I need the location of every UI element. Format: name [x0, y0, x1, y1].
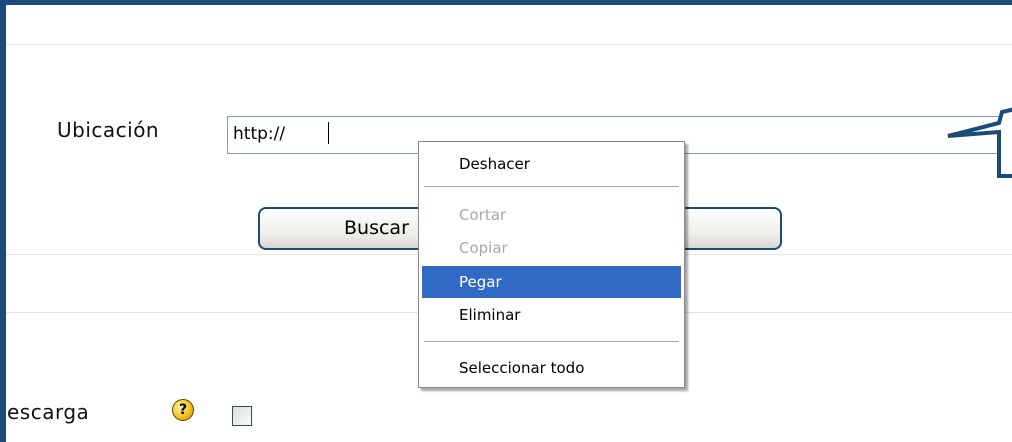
menu-separator	[424, 341, 679, 342]
menu-item-deshacer[interactable]: Deshacer	[422, 148, 681, 180]
location-input-value: http://	[233, 124, 286, 144]
menu-item-pegar[interactable]: Pegar	[422, 266, 681, 298]
location-label: Ubicación	[57, 118, 160, 142]
menu-item-seleccionar-todo[interactable]: Seleccionar todo	[422, 352, 681, 384]
download-label: escarga	[7, 400, 90, 424]
divider	[6, 44, 1012, 45]
menu-separator	[424, 186, 679, 187]
menu-item-copiar: Copiar	[459, 239, 508, 257]
context-menu: Deshacer Cortar Copiar Pegar Eliminar Se…	[418, 141, 685, 388]
menu-item-eliminar[interactable]: Eliminar	[422, 299, 681, 331]
text-caret	[328, 122, 329, 144]
download-checkbox[interactable]	[232, 406, 252, 426]
help-icon[interactable]: ?	[172, 399, 194, 421]
menu-item-cortar: Cortar	[459, 206, 507, 224]
speech-callout-icon	[947, 107, 1012, 178]
